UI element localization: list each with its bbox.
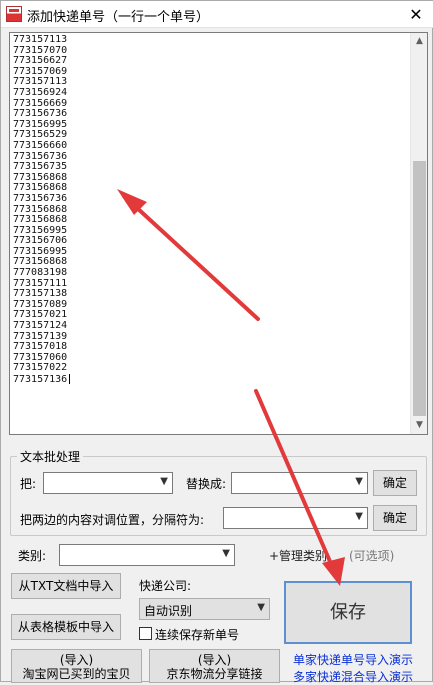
tracking-number-line: 773156868 — [13, 214, 68, 226]
app-icon — [6, 6, 22, 22]
tracking-number-line: 773156995 — [13, 118, 68, 130]
chevron-down-icon: ▼ — [355, 476, 363, 487]
tracking-number-line: 773156868 — [13, 256, 68, 268]
add-tracking-window: 添加快递单号（一行一个单号） ✕ 773157113 773157070 77315… — [0, 0, 433, 685]
manage-category-link[interactable]: +管理类别 — [269, 547, 327, 564]
separator-combo[interactable]: ▼ — [223, 507, 368, 529]
replace-from-label: 把: — [20, 477, 37, 491]
tracking-number-line: 773157113 — [13, 76, 68, 88]
tracking-number-line: 773156660 — [13, 139, 68, 151]
window-title: 添加快递单号（一行一个单号） — [27, 10, 210, 25]
import-taobao-line1: (导入) — [59, 653, 94, 667]
import-template-button[interactable]: 从表格模板中导入 — [11, 614, 121, 640]
optional-hint: (可选项) — [349, 549, 395, 563]
tracking-number-line: 773156995 — [13, 224, 68, 236]
vertical-scrollbar[interactable]: ▲ ▼ — [410, 33, 427, 434]
tracking-number-textarea[interactable]: 773157113 773157070 773156627 773157069 7731… — [9, 32, 428, 435]
tracking-number-line: 773157138 — [13, 288, 68, 300]
scroll-up-icon[interactable]: ▲ — [411, 33, 428, 50]
tracking-number-line: 773156736 — [13, 192, 68, 204]
text-caret — [69, 374, 71, 384]
continuous-save-label: 连续保存新单号 — [155, 628, 240, 642]
replace-from-combo[interactable]: ▼ — [43, 472, 173, 494]
tracking-number-line: 773157018 — [13, 341, 68, 353]
tracking-number-line: 773157022 — [13, 362, 68, 374]
courier-selected-value: 自动识别 — [144, 604, 193, 618]
multi-courier-demo-link[interactable]: 多家快递混合导入演示 — [293, 668, 413, 685]
chevron-down-icon: ▼ — [222, 548, 230, 559]
tracking-number-line: 777083198 — [13, 267, 68, 279]
tracking-number-line: 773156868 — [13, 203, 68, 215]
close-button[interactable]: ✕ — [398, 1, 433, 28]
import-taobao-button[interactable]: (导入) 淘宝网已买到的宝贝 — [11, 649, 142, 683]
replace-to-combo[interactable]: ▼ — [231, 472, 368, 494]
batch-group-label: 文本批处理 — [17, 448, 84, 465]
chevron-down-icon: ▼ — [257, 602, 265, 613]
tracking-number-line: 773157136 — [13, 374, 408, 385]
tracking-number-line: 773157070 — [13, 44, 68, 56]
tracking-number-line: 773156736 — [13, 150, 68, 162]
tracking-number-line: 773157113 — [13, 35, 68, 45]
tracking-number-line: 773157021 — [13, 309, 68, 321]
import-taobao-line2: 淘宝网已买到的宝贝 — [22, 667, 131, 681]
chevron-down-icon: ▼ — [355, 511, 363, 522]
swap-label: 把两边的内容对调位置，分隔符为: — [20, 513, 205, 527]
replace-confirm-button[interactable]: 确定 — [373, 470, 417, 496]
tracking-number-line: 773156735 — [13, 161, 68, 173]
tracking-number-line: 773156736 — [13, 108, 68, 120]
tracking-number-line: 773156924 — [13, 86, 68, 98]
tracking-number-line: 773157060 — [13, 351, 68, 363]
chevron-down-icon: ▼ — [160, 476, 168, 487]
tracking-number-line: 773156706 — [13, 235, 68, 247]
category-label: 类别: — [18, 549, 47, 563]
courier-combo[interactable]: 自动识别 ▼ — [139, 598, 270, 620]
category-combo[interactable]: ▼ — [59, 544, 235, 566]
title-bar: 添加快递单号（一行一个单号） ✕ — [1, 1, 433, 28]
tracking-number-line: 773157069 — [13, 65, 68, 77]
scroll-down-icon[interactable]: ▼ — [411, 417, 428, 434]
tracking-number-line: 773156669 — [13, 97, 68, 109]
courier-label: 快递公司: — [139, 579, 192, 593]
import-jd-line1: (导入) — [197, 653, 232, 667]
swap-confirm-button[interactable]: 确定 — [373, 505, 417, 531]
tracking-number-line: 773156529 — [13, 129, 68, 141]
import-jd-button[interactable]: (导入) 京东物流分享链接 — [149, 649, 280, 683]
single-courier-demo-link[interactable]: 单家快递单号导入演示 — [293, 651, 413, 668]
tracking-number-lines: 773157113 773157070 773156627 773157069 7731… — [13, 35, 408, 433]
import-txt-button[interactable]: 从TXT文档中导入 — [11, 573, 121, 599]
continuous-save-checkbox[interactable] — [139, 627, 152, 640]
tracking-number-line: 773157139 — [13, 330, 68, 342]
tracking-number-line: 773157089 — [13, 298, 68, 310]
tracking-number-line: 773157111 — [13, 277, 68, 289]
replace-to-label: 替换成: — [186, 477, 227, 491]
import-jd-line2: 京东物流分享链接 — [166, 667, 263, 681]
tracking-number-line: 773156868 — [13, 182, 68, 194]
tracking-number-line: 773156627 — [13, 55, 68, 67]
save-button[interactable]: 保存 — [284, 581, 412, 644]
tracking-number-line: 773156995 — [13, 245, 68, 257]
scroll-thumb[interactable] — [413, 161, 426, 416]
tracking-number-line: 773157124 — [13, 320, 68, 332]
tracking-number-line: 773156868 — [13, 171, 68, 183]
